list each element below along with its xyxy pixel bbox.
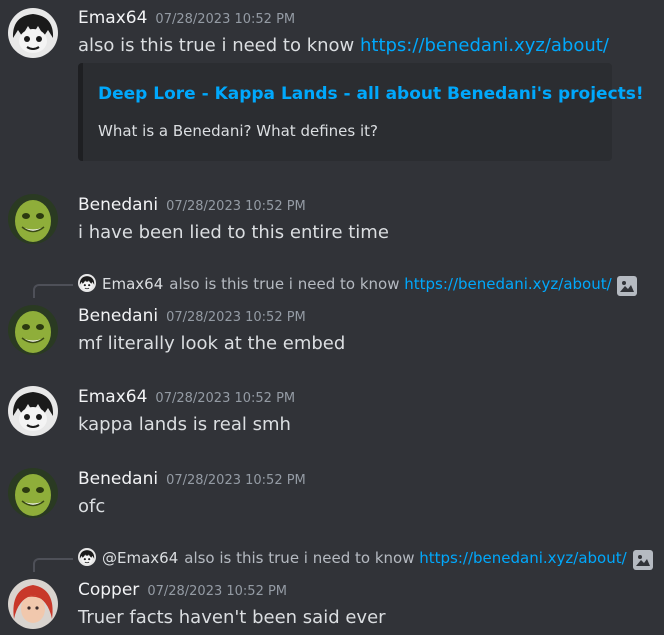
timestamp: 07/28/2023 10:52 PM	[166, 199, 306, 214]
message-text: kappa lands is real smh	[78, 414, 291, 435]
message-header: Copper 07/28/2023 10:52 PM	[78, 580, 287, 600]
message-text: mf literally look at the embed	[78, 333, 346, 354]
message-header: Benedani 07/28/2023 10:52 PM	[78, 469, 306, 489]
timestamp: 07/28/2023 10:52 PM	[166, 473, 306, 488]
benedani-avatar[interactable]	[8, 468, 58, 518]
embed-title[interactable]: Deep Lore - Kappa Lands - all about Bene…	[98, 84, 644, 104]
message-item: Benedani 07/28/2023 10:52 PM i have been …	[0, 190, 664, 250]
reply-preview[interactable]: @Emax64 also is this true i need to know …	[78, 548, 627, 570]
link-embed: Deep Lore - Kappa Lands - all about Bene…	[78, 63, 644, 161]
benedani-avatar[interactable]	[8, 194, 58, 244]
message-header: Benedani 07/28/2023 10:52 PM	[78, 195, 306, 215]
image-icon	[633, 550, 653, 570]
message-item: Emax64 07/28/2023 10:52 PM kappa lands is…	[0, 383, 664, 443]
reply-preview[interactable]: Emax64 also is this true i need to know h…	[78, 274, 612, 296]
message-text: ofc	[78, 496, 106, 517]
emax-avatar[interactable]	[8, 8, 58, 58]
emax-avatar[interactable]	[8, 386, 58, 436]
copper-avatar[interactable]	[8, 579, 58, 629]
message-item: Benedani 07/28/2023 10:52 PM ofc	[0, 465, 664, 525]
timestamp: 07/28/2023 10:52 PM	[147, 584, 288, 599]
author-name[interactable]: Copper	[78, 580, 139, 600]
timestamp: 07/28/2023 10:52 PM	[166, 310, 306, 325]
reply-avatar	[78, 548, 96, 566]
message-content: also is this true i need to know https:/…	[78, 35, 609, 56]
reply-avatar	[78, 274, 96, 292]
message-item: Emax64 07/28/2023 10:52 PM also is this t…	[0, 0, 664, 170]
reply-text: also is this true i need to know	[184, 549, 420, 567]
reply-link[interactable]: https://benedani.xyz/about/	[419, 549, 626, 567]
message-text: Truer facts haven't been said ever	[78, 607, 386, 628]
message-item: Emax64 also is this true i need to know h…	[0, 270, 664, 360]
author-name[interactable]: Emax64	[78, 387, 147, 407]
image-icon	[617, 276, 637, 296]
message-header: Emax64 07/28/2023 10:52 PM	[78, 8, 295, 28]
embed-description: What is a Benedani? What defines it?	[98, 122, 378, 140]
message-link[interactable]: https://benedani.xyz/about/	[360, 35, 609, 56]
message-item: @Emax64 also is this true i need to know …	[0, 544, 664, 635]
timestamp: 07/28/2023 10:52 PM	[155, 12, 296, 27]
timestamp: 07/28/2023 10:52 PM	[155, 391, 296, 406]
author-name[interactable]: Benedani	[78, 469, 158, 489]
message-header: Emax64 07/28/2023 10:52 PM	[78, 387, 295, 407]
author-name[interactable]: Benedani	[78, 306, 158, 326]
reply-spine	[33, 284, 73, 298]
message-text: i have been lied to this entire time	[78, 222, 389, 243]
message-text: also is this true i need to know	[78, 35, 360, 56]
reply-link[interactable]: https://benedani.xyz/about/	[404, 275, 611, 293]
author-name[interactable]: Benedani	[78, 195, 158, 215]
reply-text: also is this true i need to know	[169, 275, 405, 293]
author-name[interactable]: Emax64	[78, 8, 147, 28]
benedani-avatar[interactable]	[8, 305, 58, 355]
message-header: Benedani 07/28/2023 10:52 PM	[78, 306, 306, 326]
reply-author[interactable]: Emax64	[102, 275, 163, 293]
reply-author[interactable]: @Emax64	[102, 549, 178, 567]
reply-spine	[33, 558, 73, 572]
